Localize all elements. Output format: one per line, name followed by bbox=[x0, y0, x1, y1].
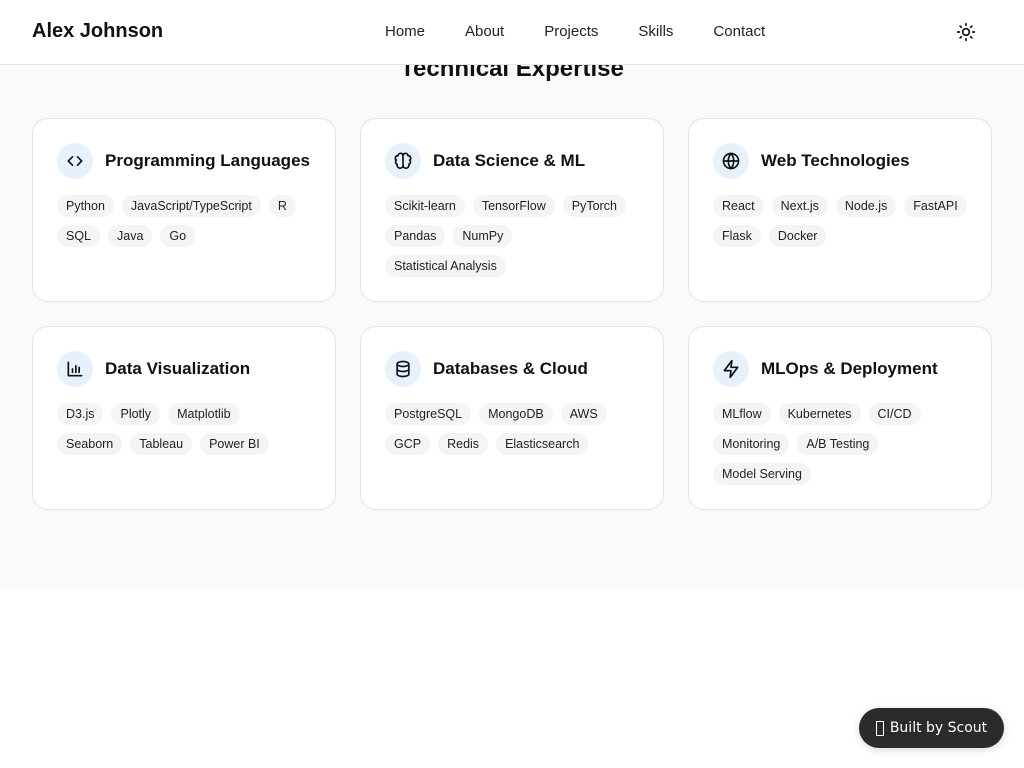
brain-icon bbox=[385, 143, 421, 179]
skill-card: Databases & Cloud PostgreSQL MongoDB AWS GCP… bbox=[360, 326, 664, 510]
skill-chip: Pandas bbox=[385, 225, 446, 247]
globe-icon bbox=[713, 143, 749, 179]
badge-label: Built by Scout bbox=[889, 720, 988, 736]
zap-icon bbox=[713, 351, 749, 387]
skill-card: Programming Languages Python JavaScript/Ty… bbox=[32, 118, 336, 302]
nav-about[interactable]: About bbox=[465, 23, 504, 40]
skill-chip: Monitoring bbox=[713, 433, 790, 455]
skill-chip: Seaborn bbox=[57, 433, 123, 455]
skill-chip: Power BI bbox=[200, 433, 269, 455]
skill-chip: D3.js bbox=[57, 403, 104, 425]
skill-list: MLflow Kubernetes CI/CD Monitoring A/B Testi… bbox=[713, 403, 967, 485]
skill-list: React Next.js Node.js FastAPI Flask Docker bbox=[713, 195, 967, 247]
skill-chip: Node.js bbox=[835, 195, 897, 217]
brand-logo[interactable]: Alex Johnson bbox=[32, 20, 163, 43]
skill-chip: PyTorch bbox=[562, 195, 626, 217]
nav-skills[interactable]: Skills bbox=[638, 23, 673, 40]
skill-list: PostgreSQL MongoDB AWS GCP Redis Elasticsearc… bbox=[385, 403, 639, 455]
skill-chip: JavaScript/TypeScript bbox=[121, 195, 261, 217]
nav-home[interactable]: Home bbox=[385, 23, 425, 40]
skill-chip: NumPy bbox=[453, 225, 513, 247]
skill-chip: TensorFlow bbox=[472, 195, 555, 217]
scout-icon bbox=[875, 720, 884, 736]
skill-chip: Scikit-learn bbox=[385, 195, 465, 217]
card-title: Web Technologies bbox=[761, 151, 910, 170]
skill-card: Data Visualization D3.js Plotly Matplotlib S… bbox=[32, 326, 336, 510]
card-title: Programming Languages bbox=[105, 151, 310, 170]
built-by-scout-badge[interactable]: Built by Scout bbox=[859, 708, 1004, 748]
skill-chip: Statistical Analysis bbox=[385, 255, 506, 277]
skill-chip: Model Serving bbox=[713, 463, 811, 485]
card-header: Web Technologies bbox=[713, 143, 967, 179]
card-header: MLOps & Deployment bbox=[713, 351, 967, 387]
skill-chip: PostgreSQL bbox=[385, 403, 472, 425]
skill-list: Python JavaScript/TypeScript R SQL Java Go bbox=[57, 195, 311, 247]
skill-card: Data Science & ML Scikit-learn TensorFlow P… bbox=[360, 118, 664, 302]
skill-chip: CI/CD bbox=[868, 403, 921, 425]
skill-chip: GCP bbox=[385, 433, 431, 455]
skill-chip: Kubernetes bbox=[778, 403, 861, 425]
card-title: Databases & Cloud bbox=[433, 359, 588, 378]
skill-chip: Plotly bbox=[111, 403, 161, 425]
bar-chart-icon bbox=[57, 351, 93, 387]
skill-chip: SQL bbox=[57, 225, 101, 247]
card-title: MLOps & Deployment bbox=[761, 359, 938, 378]
sun-icon[interactable] bbox=[956, 22, 976, 42]
skill-chip: Python bbox=[57, 195, 114, 217]
skill-chip: Docker bbox=[768, 225, 827, 247]
skill-chip: Elasticsearch bbox=[496, 433, 589, 455]
skill-card: Web Technologies React Next.js Node.js FastA… bbox=[688, 118, 992, 302]
skill-list: Scikit-learn TensorFlow PyTorch Pandas NumPy… bbox=[385, 195, 639, 277]
skill-chip: FastAPI bbox=[904, 195, 967, 217]
skill-chip: Tableau bbox=[130, 433, 193, 455]
skill-chip: Java bbox=[108, 225, 153, 247]
card-header: Data Science & ML bbox=[385, 143, 639, 179]
nav-projects[interactable]: Projects bbox=[544, 23, 598, 40]
skill-chip: AWS bbox=[560, 403, 607, 425]
card-title: Data Science & ML bbox=[433, 151, 586, 170]
skill-chip: A/B Testing bbox=[797, 433, 879, 455]
skill-list: D3.js Plotly Matplotlib Seaborn Tableau Power… bbox=[57, 403, 311, 455]
card-title: Data Visualization bbox=[105, 359, 251, 378]
main-nav: Home About Projects Skills Contact bbox=[385, 23, 765, 40]
skill-chip: React bbox=[713, 195, 764, 217]
skill-chip: MongoDB bbox=[479, 403, 553, 425]
header: Alex Johnson Home About Projects Skills … bbox=[0, 0, 1024, 65]
database-icon bbox=[385, 351, 421, 387]
card-header: Programming Languages bbox=[57, 143, 311, 179]
skill-chip: Redis bbox=[438, 433, 489, 455]
skill-chip: MLflow bbox=[713, 403, 771, 425]
skill-card: MLOps & Deployment MLflow Kubernetes CI/CD M… bbox=[688, 326, 992, 510]
card-header: Databases & Cloud bbox=[385, 351, 639, 387]
skill-chip: Next.js bbox=[771, 195, 828, 217]
nav-contact[interactable]: Contact bbox=[713, 23, 765, 40]
skills-section: Technical Expertise Programming Language… bbox=[0, 0, 1024, 590]
card-header: Data Visualization bbox=[57, 351, 311, 387]
skill-chip: Matplotlib bbox=[168, 403, 240, 425]
skill-chip: Go bbox=[160, 225, 196, 247]
skill-chip: R bbox=[268, 195, 296, 217]
code-icon bbox=[57, 143, 93, 179]
skill-chip: Flask bbox=[713, 225, 761, 247]
